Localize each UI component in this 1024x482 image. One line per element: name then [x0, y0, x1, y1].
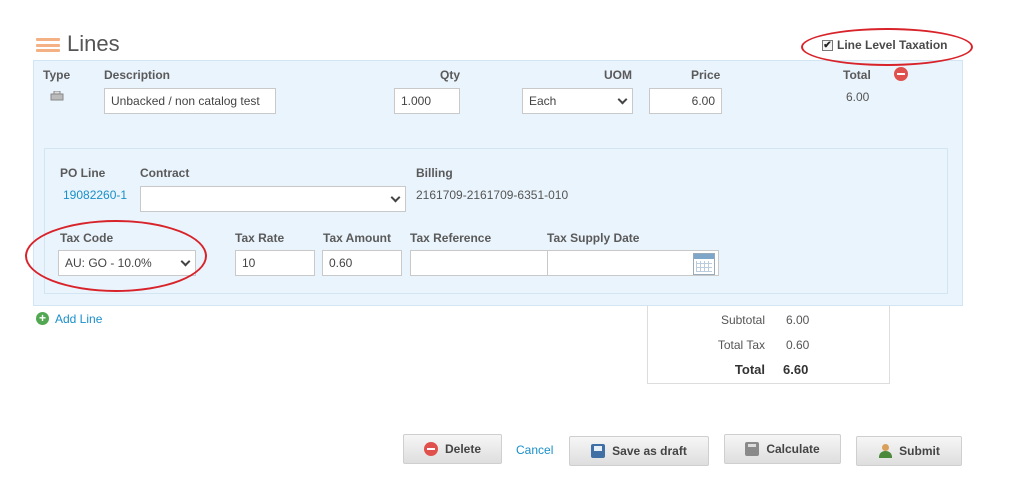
total-value: 6.60	[783, 362, 809, 377]
price-input[interactable]: 6.00	[649, 88, 722, 114]
remove-line-icon[interactable]	[894, 67, 908, 81]
add-circle-icon[interactable]: +	[36, 312, 49, 325]
qty-input[interactable]: 1.000	[394, 88, 460, 114]
col-uom: UOM	[604, 68, 632, 82]
billing-value: 2161709-2161709-6351-010	[416, 188, 569, 202]
col-type: Type	[43, 68, 71, 82]
po-line-link[interactable]: 19082260-1	[63, 188, 127, 202]
contract-select[interactable]	[140, 186, 406, 212]
tax-amount-label: Tax Amount	[323, 231, 391, 245]
delete-label: Delete	[444, 442, 482, 456]
subtotal-value: 6.00	[786, 313, 810, 327]
submit-button[interactable]: Submit	[856, 436, 962, 466]
tax-amount-input[interactable]: 0.60	[322, 250, 402, 276]
uom-select[interactable]: Each	[522, 88, 633, 114]
chevron-down-icon	[390, 192, 401, 202]
total-label: Total	[734, 362, 765, 377]
tax-supply-date-label: Tax Supply Date	[547, 231, 640, 245]
tax-reference-label: Tax Reference	[410, 231, 492, 245]
col-qty: Qty	[440, 68, 461, 82]
billing-label: Billing	[416, 166, 453, 180]
calculate-label: Calculate	[766, 442, 820, 456]
total-tax-label: Total Tax	[717, 338, 765, 352]
col-description: Description	[104, 68, 171, 82]
description-input[interactable]: Unbacked / non catalog test	[104, 88, 276, 114]
add-line-link[interactable]: Add Line	[55, 312, 102, 326]
cancel-link[interactable]: Cancel	[516, 443, 553, 457]
save-as-draft-label: Save as draft	[612, 444, 687, 458]
col-price: Price	[691, 68, 721, 82]
lines-icon	[36, 38, 60, 52]
save-icon	[591, 444, 606, 458]
po-line-label: PO Line	[60, 166, 106, 180]
save-as-draft-button[interactable]: Save as draft	[569, 436, 709, 466]
delete-icon	[423, 442, 438, 456]
col-total: Total	[843, 68, 871, 82]
submit-user-icon	[878, 444, 893, 458]
subtotal-label: Subtotal	[720, 313, 765, 327]
tax-reference-input[interactable]	[410, 250, 548, 276]
calculator-icon	[745, 442, 760, 456]
page-title: Lines	[67, 31, 120, 56]
annotation-ellipse-tax-code	[25, 220, 207, 292]
cart-icon	[50, 91, 64, 101]
calendar-icon[interactable]	[693, 253, 715, 275]
contract-label: Contract	[140, 166, 190, 180]
uom-value: Each	[529, 94, 557, 108]
chevron-down-icon	[617, 94, 628, 104]
delete-button[interactable]: Delete	[403, 434, 502, 464]
annotation-ellipse-line-level-taxation	[801, 28, 973, 66]
total-tax-value: 0.60	[786, 338, 810, 352]
line-total: 6.00	[846, 90, 870, 104]
submit-label: Submit	[899, 444, 940, 458]
calculate-button[interactable]: Calculate	[724, 434, 841, 464]
tax-rate-input[interactable]: 10	[235, 250, 315, 276]
tax-rate-label: Tax Rate	[235, 231, 285, 245]
